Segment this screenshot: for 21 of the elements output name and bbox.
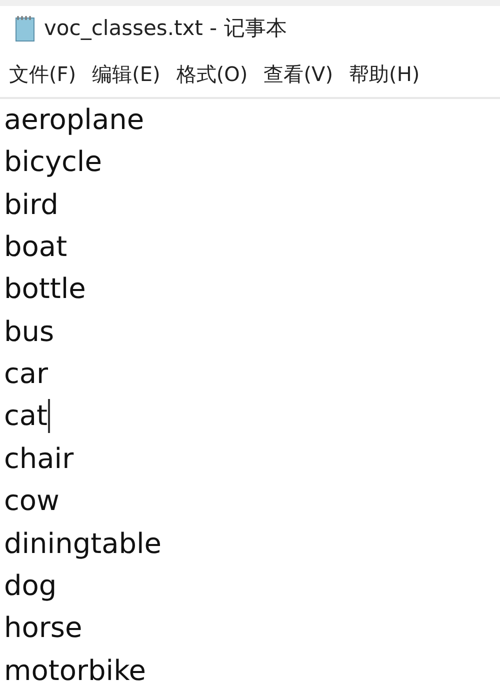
text-line: diningtable xyxy=(4,526,162,561)
menu-item[interactable]: 格式(O) xyxy=(173,58,251,89)
text-line: aeroplane xyxy=(4,102,144,137)
text-line: horse xyxy=(4,611,82,646)
text-line: car xyxy=(4,357,48,392)
text-line: chair xyxy=(4,442,74,476)
menu-item[interactable]: 帮助(H) xyxy=(346,58,423,89)
text-line: bicycle xyxy=(4,145,102,180)
text-line: bus xyxy=(4,314,54,349)
text-line: bird xyxy=(4,188,58,222)
text-line: dog xyxy=(4,569,57,604)
window-title: voc_classes.txt - 记事本 xyxy=(44,14,287,42)
text-line: motorbike xyxy=(4,654,146,688)
text-line: bottle xyxy=(4,272,86,306)
text-line: boat xyxy=(4,230,68,264)
menu-item[interactable]: 编辑(E) xyxy=(89,58,164,89)
text-line: cat xyxy=(4,399,48,434)
menu-item[interactable]: 查看(V) xyxy=(260,58,336,89)
text-caret xyxy=(48,399,50,434)
text-line: cow xyxy=(4,484,60,518)
menu-item[interactable]: 文件(F) xyxy=(6,58,80,89)
